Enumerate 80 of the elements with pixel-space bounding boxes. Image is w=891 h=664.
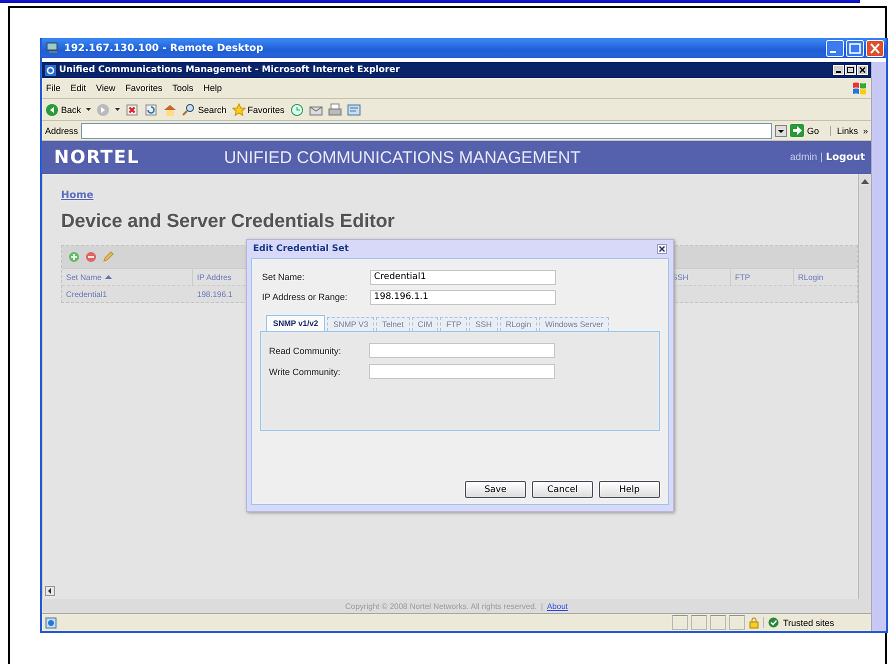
logo: NORTEL (54, 147, 140, 168)
dialog-button[interactable]: Save (465, 481, 526, 498)
scrollbar[interactable] (858, 174, 871, 599)
field-label: IP Address or Range: (261, 292, 348, 302)
tab[interactable]: FTP (440, 317, 468, 331)
flag-logo-icon (851, 81, 867, 95)
zone-label: Trusted sites (783, 618, 834, 628)
tab[interactable]: Windows Server (539, 317, 610, 331)
field-label: Set Name: (261, 272, 306, 282)
history-icon[interactable] (290, 102, 304, 116)
dialog-button[interactable]: Cancel (532, 481, 593, 498)
lock-icon (748, 616, 760, 628)
dropdown-caret-icon[interactable] (115, 108, 120, 111)
dialog-button[interactable]: Help (599, 481, 660, 498)
menu-item[interactable]: View (96, 83, 116, 93)
delete-icon[interactable] (85, 251, 97, 263)
tab[interactable]: CIM (412, 317, 438, 331)
address-field[interactable] (81, 122, 772, 138)
logout-link[interactable]: Logout (826, 152, 865, 163)
browser-icon (45, 64, 56, 76)
computer-icon (46, 42, 60, 54)
window-title: 192.167.130.100 - Remote Desktop (64, 42, 264, 54)
page-icon (45, 616, 57, 628)
breadcrumb-link[interactable]: Home (61, 190, 94, 201)
text-field[interactable] (369, 343, 555, 358)
tab[interactable]: SNMP V3 (327, 317, 374, 331)
stop-icon[interactable] (125, 102, 140, 116)
menu-item[interactable]: Tools (172, 83, 194, 93)
menu-item[interactable]: Favorites (125, 83, 162, 93)
page-title: Device and Server Credentials Editor (61, 211, 395, 233)
status-pane (710, 615, 726, 630)
menu-item[interactable]: Edit (70, 83, 86, 93)
tab[interactable]: Telnet (376, 317, 410, 331)
app-title: UNIFIED COMMUNICATIONS MANAGEMENT (224, 148, 581, 168)
status-pane (672, 615, 688, 630)
search-icon (182, 102, 196, 116)
address-label: Address (45, 126, 78, 136)
about-link[interactable]: About (546, 602, 568, 610)
go-button[interactable]: Go (790, 124, 827, 137)
table-cell-text: Credential1 (65, 290, 108, 298)
go-arrow-icon (790, 124, 804, 137)
sort-arrow-icon (104, 275, 112, 279)
add-icon[interactable] (68, 251, 80, 263)
scrollbar[interactable] (871, 62, 886, 631)
maximize-button[interactable] (845, 65, 856, 75)
home-icon[interactable] (163, 102, 178, 116)
search-button[interactable]: Search (182, 102, 227, 116)
user-name: admin (790, 152, 818, 163)
document-icon[interactable] (346, 102, 361, 116)
refresh-icon[interactable] (144, 102, 158, 116)
tab[interactable]: SSH (469, 317, 498, 331)
menu-item[interactable]: File (46, 83, 61, 93)
field-label: Write Community: (268, 366, 342, 376)
text-field[interactable]: Credential1 (370, 270, 556, 284)
links-button[interactable]: Links » (830, 126, 868, 136)
separator: | (819, 152, 824, 163)
dialog-title: Edit Credential Set (253, 244, 349, 254)
star-icon (232, 102, 246, 116)
field-label: Read Community: (268, 346, 342, 356)
favorites-button[interactable]: Favorites (232, 102, 285, 116)
back-icon (45, 102, 59, 116)
text-field[interactable]: 198.196.1.1 (370, 290, 556, 304)
copyright-text: Copyright © 2008 Nortel Networks. All rights reserved. (345, 602, 537, 610)
table-cell-text: 198.196.1 (196, 290, 234, 298)
separator: | (540, 602, 543, 610)
close-icon[interactable] (657, 244, 667, 254)
menu-item[interactable]: Help (203, 83, 222, 93)
printer-icon[interactable] (328, 102, 342, 116)
status-pane (729, 615, 745, 630)
window-title: Unified Communications Management - Microsoft Internet Explorer (59, 65, 400, 75)
tab[interactable]: RLogin (500, 317, 538, 331)
tab[interactable]: SNMP v1/v2 (266, 315, 326, 331)
close-button[interactable] (857, 65, 868, 75)
text-field[interactable] (369, 364, 555, 379)
back-button[interactable]: Back (45, 102, 82, 116)
status-pane (691, 615, 707, 630)
check-icon (768, 617, 779, 628)
scroll-up-arrow-icon[interactable] (860, 177, 870, 185)
dropdown-caret-icon[interactable] (86, 108, 92, 111)
minimize-button[interactable] (833, 65, 844, 75)
